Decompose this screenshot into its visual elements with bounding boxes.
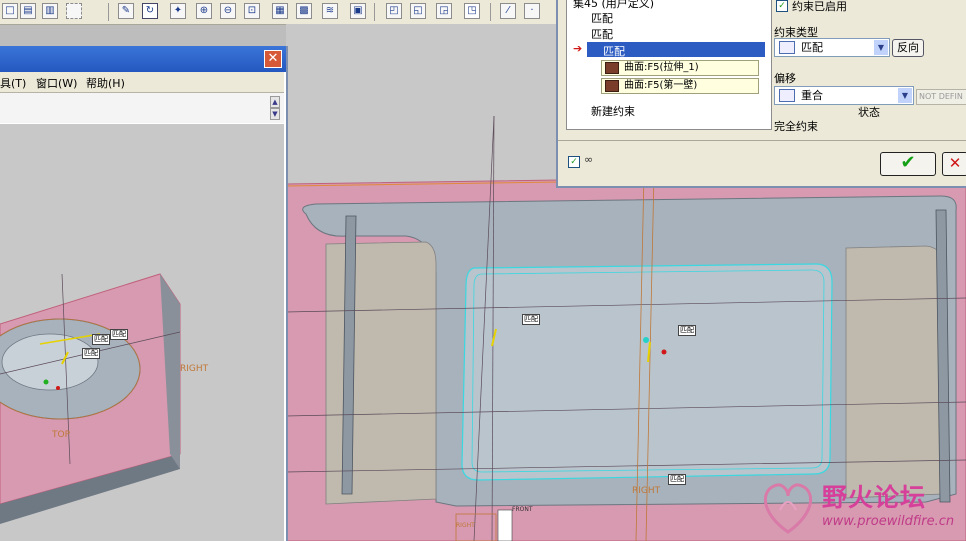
surface-ref-icon [605,80,619,92]
view-icon[interactable]: ⊡ [244,3,260,19]
constraint-type-select[interactable]: 匹配 ▼ [774,38,890,57]
datum-top-label: TOP [52,430,71,440]
zoom-in-icon[interactable]: ⊕ [196,3,212,19]
status-label: 状态 [858,106,880,119]
reference-item[interactable]: 曲面:F5(拉伸_1) [601,60,759,76]
surface-ref-icon [605,62,619,74]
menu-bar: 具(T) 窗口(W) 帮助(H) [0,72,284,93]
constraint-tag: 匹配 [668,474,686,485]
layer-icon[interactable]: ▦ [272,3,288,19]
datum-right-label: RIGHT [180,364,209,374]
refit-icon[interactable]: ▤ [20,3,36,19]
shade-icon[interactable]: ▩ [296,3,312,19]
sketch-icon[interactable] [66,3,82,19]
shaded-cube-icon[interactable]: ◳ [464,3,480,19]
offset-select[interactable]: 重合 ▼ [774,86,914,105]
constraint-tag: 匹配 [522,314,540,325]
zoom-icon[interactable]: □ [2,3,18,19]
reference-label: 曲面:F5(拉伸_1) [624,62,699,73]
list-icon[interactable]: ▣ [350,3,366,19]
tree-item-selected[interactable]: ➔ 匹配 [573,42,765,58]
close-icon: ✕ [948,154,962,172]
edit-icon[interactable]: ✎ [118,3,134,19]
chevron-down-icon[interactable]: ▼ [898,88,912,103]
top-toolbar: □ ▤ ▥ ✎ ↻ ✦ ⊕ ⊖ ⊡ ▦ ▩ ≋ ▣ ◰ ◱ ◲ ◳ ⁄ · [0,0,560,25]
ok-button[interactable]: ✔ [880,152,936,176]
datum-right-small-label: RIGHT [456,522,475,529]
spin-icon[interactable]: ↻ [142,3,158,19]
check-icon: ✔ [900,152,916,173]
window-toolbar: ▲ ▼ [0,93,284,123]
chevron-down-icon[interactable]: ▼ [874,40,888,55]
mate-icon [779,41,795,54]
chevron-up-icon[interactable]: ▲ [270,96,280,108]
menu-window[interactable]: 窗口(W) [36,75,77,91]
cube-hidden-icon[interactable]: ◱ [410,3,426,19]
reference-item[interactable]: 曲面:F5(第一壁) [601,78,759,94]
cube-icon[interactable]: ◰ [386,3,402,19]
constraint-enabled-label: 约束已启用 [792,0,847,13]
divider [558,140,966,141]
reference-label: 曲面:F5(第一壁) [624,80,698,91]
datum-front-label: FRONT [512,506,533,513]
menu-tools[interactable]: 具(T) [0,75,26,91]
secondary-window: ✕ 具(T) 窗口(W) 帮助(H) ▲ ▼ 匹配 匹配 匹配 RIGHT TO… [0,46,288,541]
component-placement-dialog: 集45 (用户定义) 匹配 匹配 ➔ 匹配 曲面:F5(拉伸_1) 曲面:F5(… [556,0,966,188]
saved-view-icon[interactable]: ≋ [322,3,338,19]
constraint-tag: 匹配 [110,329,128,340]
constraint-type-value: 匹配 [801,41,823,54]
secondary-viewport[interactable]: 匹配 匹配 匹配 RIGHT TOP [0,124,284,541]
offset-value: 重合 [801,89,823,102]
secondary-model-graphic [0,273,181,524]
cancel-button[interactable]: ✕ [942,152,966,176]
constraint-tag: 匹配 [678,325,696,336]
toolbar-separator [374,3,375,21]
toolbar-separator [108,3,109,21]
watermark-title: 野火论坛 [822,483,927,512]
glasses-icon: ∞ [584,153,594,166]
tree-set-label[interactable]: 集45 (用户定义) [573,0,654,11]
cube-no-hidden-icon[interactable]: ◲ [436,3,452,19]
close-icon[interactable]: ✕ [264,50,282,68]
datum-point-icon[interactable]: · [524,3,540,19]
annotation-icon[interactable]: ⁄ [500,3,516,19]
constraint-enabled-checkbox[interactable]: ✓ [776,0,788,12]
datum-right-label: RIGHT [632,486,661,496]
orient-icon[interactable]: ✦ [170,3,186,19]
tree-item[interactable]: 匹配 [591,10,613,26]
toolbar-separator [490,3,491,21]
coincident-icon [779,89,795,102]
constraint-tag: 匹配 [82,348,100,359]
flip-button[interactable]: 反向 [892,39,924,57]
constraint-tag: 匹配 [92,334,110,345]
tree-selected-label: 匹配 [603,45,625,58]
menu-help[interactable]: 帮助(H) [86,75,125,91]
constraint-tree[interactable]: 集45 (用户定义) 匹配 匹配 ➔ 匹配 曲面:F5(拉伸_1) 曲面:F5(… [566,0,772,130]
status-value: 完全约束 [774,120,818,133]
datum-icon[interactable]: ▥ [42,3,58,19]
new-constraint-item[interactable]: 新建约束 [591,103,635,119]
preview-checkbox[interactable]: ✓ [568,156,580,168]
window-titlebar[interactable]: ✕ [0,46,286,72]
offset-input[interactable]: NOT DEFIN [916,89,966,105]
arrow-right-icon: ➔ [573,42,583,55]
chevron-down-icon[interactable]: ▼ [270,108,280,120]
watermark-url: www.proewildfire.cn [822,514,955,529]
tree-item[interactable]: 匹配 [591,26,613,42]
offset-label: 偏移 [774,72,796,85]
watermark-logo [764,483,812,534]
zoom-out-icon[interactable]: ⊖ [220,3,236,19]
